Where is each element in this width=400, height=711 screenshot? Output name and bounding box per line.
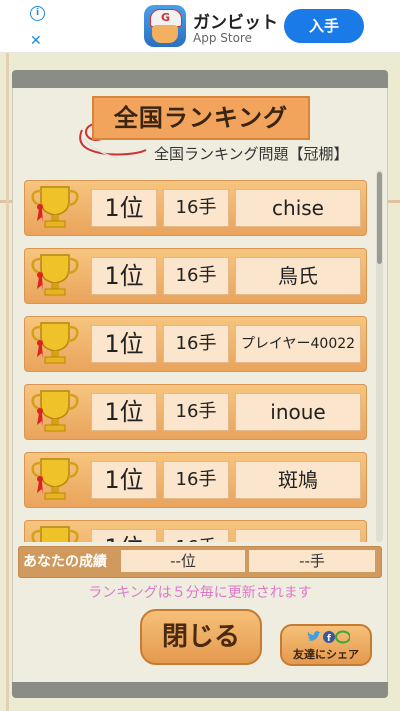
page-subtitle: 全国ランキング問題【冠棚】 bbox=[154, 145, 349, 163]
hands-cell: 16手 bbox=[163, 257, 229, 295]
page-title-box: 全国ランキング bbox=[92, 96, 310, 140]
hands-cell: 16手 bbox=[163, 189, 229, 227]
ad-title[interactable]: ガンビット bbox=[193, 8, 278, 33]
ranking-row: 1位 16手 inoue bbox=[24, 384, 367, 440]
your-rank: --位 bbox=[121, 550, 245, 572]
player-name-cell: inoue bbox=[235, 393, 361, 431]
ad-close-icon[interactable]: ✕ bbox=[30, 34, 42, 48]
rank-cell: 1位 bbox=[91, 461, 157, 499]
share-button[interactable]: f 友達にシェア bbox=[280, 624, 372, 666]
ranking-row: 1位 16手 chise bbox=[24, 180, 367, 236]
trophy-icon bbox=[31, 390, 79, 432]
rank-cell: 1位 bbox=[91, 257, 157, 295]
face-icon bbox=[152, 25, 178, 43]
player-name-cell: 斑鳩 bbox=[235, 461, 361, 499]
panel-bottom-bar bbox=[12, 682, 388, 698]
scrollbar-thumb[interactable] bbox=[377, 172, 382, 264]
rank-cell: 1位 bbox=[91, 325, 157, 363]
rank-cell: 1位 bbox=[91, 189, 157, 227]
ad-info-icon[interactable]: i bbox=[30, 6, 45, 21]
background-line bbox=[6, 0, 9, 711]
hands-cell: 16手 bbox=[163, 461, 229, 499]
trophy-icon bbox=[31, 254, 79, 296]
your-score-bar: あなたの成績 --位 --手 bbox=[18, 546, 382, 578]
ranking-list[interactable]: 1位 16手 chise 1位 16手 鳥氏 1位 16手 プレイヤー40022 bbox=[18, 170, 382, 542]
trophy-icon bbox=[31, 322, 79, 364]
player-name-cell: 鳥氏 bbox=[235, 257, 361, 295]
ad-banner[interactable]: i ✕ G ガンビット App Store 入手 bbox=[0, 0, 400, 53]
panel-top-bar bbox=[12, 70, 388, 88]
trophy-icon bbox=[31, 458, 79, 500]
player-name-cell bbox=[235, 529, 361, 542]
update-notice: ランキングは５分毎に更新されます bbox=[88, 585, 312, 601]
close-button[interactable]: 閉じる bbox=[140, 609, 262, 665]
app-icon[interactable]: G bbox=[144, 5, 186, 47]
hands-cell: 16手 bbox=[163, 529, 229, 542]
page-title: 全国ランキング bbox=[113, 104, 289, 132]
ranking-row: 1位 16手 bbox=[24, 520, 367, 542]
share-label: 友達にシェア bbox=[293, 648, 359, 661]
ad-subtitle: App Store bbox=[193, 31, 252, 45]
list-scrollbar[interactable] bbox=[376, 170, 383, 542]
ranking-row: 1位 16手 斑鳩 bbox=[24, 452, 367, 508]
trophy-icon bbox=[31, 526, 79, 542]
hands-cell: 16手 bbox=[163, 393, 229, 431]
your-hands: --手 bbox=[249, 550, 375, 572]
social-icons: f bbox=[307, 630, 350, 644]
player-name-cell: chise bbox=[235, 189, 361, 227]
ranking-row: 1位 16手 プレイヤー40022 bbox=[24, 316, 367, 372]
trophy-icon bbox=[31, 186, 79, 228]
rank-cell: 1位 bbox=[91, 393, 157, 431]
hands-cell: 16手 bbox=[163, 325, 229, 363]
your-score-label: あなたの成績 bbox=[23, 554, 107, 570]
player-name-cell: プレイヤー40022 bbox=[235, 325, 361, 363]
svg-text:f: f bbox=[327, 634, 331, 644]
ranking-row: 1位 16手 鳥氏 bbox=[24, 248, 367, 304]
app-icon-letter: G bbox=[161, 11, 171, 24]
rank-cell: 1位 bbox=[91, 529, 157, 542]
install-button[interactable]: 入手 bbox=[284, 9, 364, 43]
